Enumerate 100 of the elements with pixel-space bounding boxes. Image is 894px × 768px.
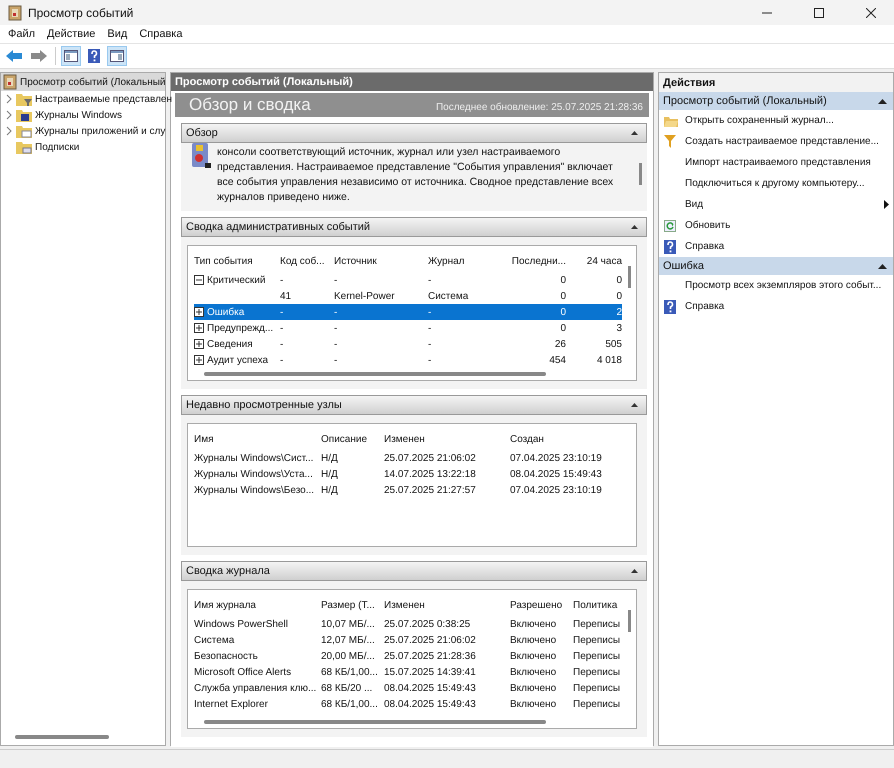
column-header[interactable]: Источник	[334, 256, 428, 266]
table-cell-text: 25.07.2025 21:06:02	[384, 452, 477, 464]
action-link[interactable]: Открыть сохраненный журнал...	[685, 115, 834, 126]
column-header[interactable]: Создан	[510, 434, 622, 444]
column-header[interactable]: Тип события	[194, 256, 280, 266]
table-cell: Аудит успеха	[207, 354, 268, 366]
table-cell-text: -	[428, 322, 432, 334]
scrollbar-thumb[interactable]	[628, 266, 631, 288]
section-header[interactable]: Сводка журнала	[181, 561, 647, 581]
collapse-icon	[631, 569, 638, 573]
column-header[interactable]: 24 часа	[566, 256, 622, 266]
column-header[interactable]: Имя журнала	[194, 600, 321, 610]
table-cell-text: 15.07.2025 14:39:41	[384, 666, 477, 678]
table-cell-text: -	[334, 322, 338, 334]
column-header[interactable]: Описание	[321, 434, 384, 444]
table-cell-text: 68 КБ/1,00...	[321, 666, 379, 678]
section-header[interactable]: Обзор	[181, 123, 647, 143]
action-link[interactable]: Вид	[685, 199, 704, 210]
toolbar-button[interactable]	[107, 46, 127, 66]
menu-item[interactable]: Вид	[101, 28, 134, 40]
section-header[interactable]: Сводка административных событий	[181, 217, 647, 237]
table-cell: Предупрежд...	[207, 322, 274, 334]
toolbar-button[interactable]	[61, 46, 81, 66]
submenu-arrow-icon	[884, 200, 889, 209]
column-header[interactable]: Политика	[573, 600, 622, 610]
action-link[interactable]: Подключиться к другому компьютеру...	[685, 178, 865, 189]
menu-item[interactable]: Файл	[2, 28, 42, 40]
tree-item[interactable]: Журналы приложений и слу	[35, 126, 166, 136]
table-cell-text: -	[334, 338, 338, 350]
window-title: Просмотр событий	[28, 6, 134, 20]
table-cell-text: -	[428, 306, 432, 318]
log-viewer-icon	[3, 74, 17, 90]
column-header[interactable]: Журнал	[428, 256, 496, 266]
table-cell-text: Н/Д	[321, 484, 339, 496]
action-link[interactable]: Справка	[685, 301, 724, 312]
overview-text: консоли соответствующий источник, журнал или узел настраиваемого представления. Настраиваемое представление "События управления" включает все события управления независимо от источника. Сводное представление всех журналов приведено ниже.	[217, 145, 614, 205]
table-cell-text: 26	[554, 338, 566, 350]
table-cell-text: -	[428, 274, 432, 286]
folder-icon	[16, 91, 32, 107]
maximize-icon	[814, 8, 824, 18]
table-cell-text: 14.07.2025 13:22:18	[384, 468, 477, 480]
action-link[interactable]: Обновить	[685, 220, 730, 231]
action-link[interactable]: Импорт настраиваемого представления	[685, 157, 871, 168]
column-header[interactable]: Последни...	[496, 256, 566, 266]
help-icon	[664, 240, 676, 254]
table-cell-text: 25.07.2025 21:28:36	[384, 650, 477, 662]
table-cell-text: 0	[559, 290, 566, 302]
column-header[interactable]: Имя	[194, 434, 321, 444]
forward-arrow-icon	[31, 50, 47, 62]
scrollbar-thumb[interactable]	[628, 610, 631, 632]
section-header[interactable]: Ошибка	[659, 257, 893, 275]
table-cell-text: Переписы	[573, 618, 622, 630]
table-cell-text: 08.04.2025 15:49:43	[384, 698, 477, 710]
column-header[interactable]: Изменен	[384, 434, 510, 444]
table-cell-text: 0	[559, 322, 566, 334]
table-cell-text: -	[280, 274, 284, 286]
action-link[interactable]: Создать настраиваемое представление...	[685, 136, 879, 147]
folder-icon	[16, 139, 32, 155]
help-icon	[664, 300, 676, 314]
collapse-icon	[631, 131, 638, 135]
table-cell-text: Включено	[510, 682, 558, 694]
page-title: Обзор и сводка	[189, 95, 311, 115]
selected-row[interactable]: Ошибка - - - 0 2	[194, 304, 622, 320]
tree-item[interactable]: Просмотр событий (Локальный	[1, 73, 165, 91]
column-header[interactable]: Размер (Т...	[321, 600, 384, 610]
table-cell-text: -	[334, 274, 338, 286]
table-cell-text: Безопасность	[194, 650, 259, 662]
scrollbar-thumb[interactable]	[204, 372, 546, 376]
pane-icon	[110, 50, 124, 62]
table-cell-text: 08.04.2025 15:49:43	[384, 682, 477, 694]
table-cell-text: 3	[615, 322, 622, 334]
menu-item[interactable]: Действие	[41, 28, 102, 40]
column-header[interactable]: Код соб...	[280, 256, 334, 266]
action-link[interactable]: Просмотр всех экземпляров этого событ...	[685, 280, 882, 291]
scrollbar-thumb[interactable]	[204, 720, 546, 724]
scrollbar-thumb[interactable]	[639, 163, 642, 185]
table-cell-text: 0	[559, 274, 566, 286]
tree-item[interactable]: Журналы Windows	[35, 110, 122, 120]
table-cell-text: Internet Explorer	[194, 698, 269, 710]
table-cell-text: Журналы Windows\Сист...	[194, 452, 314, 464]
table-cell-text: Включено	[510, 698, 558, 710]
back-arrow-icon	[6, 50, 22, 62]
menu-item[interactable]: Справка	[133, 28, 188, 40]
table-cell-text: -	[280, 354, 284, 366]
close-icon	[866, 8, 876, 18]
table-cell: Критический	[207, 274, 266, 286]
section-header[interactable]: Просмотр событий (Локальный)	[659, 92, 893, 110]
table-cell-text: Система	[194, 634, 236, 646]
tree-item[interactable]: Настраиваемые представлен	[35, 94, 172, 104]
table-cell-text: Windows PowerShell	[194, 618, 289, 630]
section-header[interactable]: Недавно просмотренные узлы	[181, 395, 647, 415]
scrollbar-thumb[interactable]	[15, 735, 109, 739]
tree-item[interactable]: Подписки	[35, 142, 80, 152]
column-header[interactable]: Разрешено	[510, 600, 573, 610]
column-header[interactable]: Изменен	[384, 600, 510, 610]
action-link[interactable]: Справка	[685, 241, 724, 252]
table-cell-text: 0	[559, 306, 566, 318]
table-cell-text: Включено	[510, 666, 558, 678]
table-cell: Сведения	[207, 338, 253, 350]
folder-icon	[16, 107, 32, 123]
